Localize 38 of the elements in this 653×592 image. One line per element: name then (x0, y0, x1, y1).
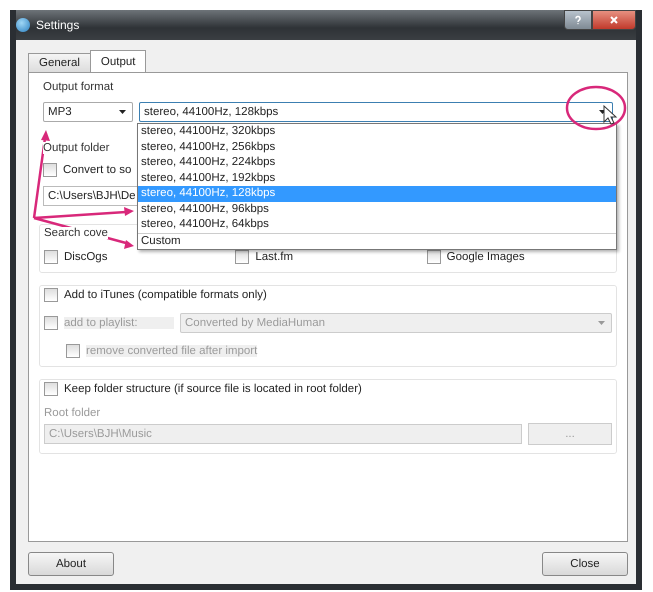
caret-icon (598, 321, 605, 325)
dropdown-option[interactable]: stereo, 44100Hz, 96kbps (138, 202, 616, 217)
dialog-button[interactable]: About (28, 552, 114, 576)
checkbox[interactable] (44, 288, 58, 302)
close-button[interactable] (592, 10, 636, 30)
checkbox-label: DiscOgs (64, 251, 108, 263)
group-label: Output folder (43, 142, 110, 154)
highlight-circle (566, 86, 626, 130)
checkbox-label: add to playlist: (64, 317, 174, 329)
help-icon (573, 15, 583, 25)
checkbox-label: Keep folder structure (if source file is located in root folder) (64, 383, 362, 395)
quality-dropdown[interactable]: stereo, 44100Hz, 128kbps (139, 102, 613, 122)
checkbox[interactable] (44, 250, 58, 264)
dropdown-option[interactable]: Custom (138, 232, 616, 249)
dropdown-option[interactable]: stereo, 44100Hz, 192kbps (138, 170, 616, 186)
checkbox-label: Add to iTunes (compatible formats only) (64, 289, 267, 301)
group-label: Output format (43, 81, 114, 93)
checkbox-label: Convert to so (63, 164, 132, 176)
caret-icon (119, 110, 126, 114)
tab[interactable]: Output (90, 50, 146, 73)
checkbox-label: Google Images (446, 251, 525, 263)
checkbox-label: Last.fm (255, 251, 294, 263)
close-icon (609, 15, 619, 25)
globe-icon (16, 18, 30, 32)
dialog-button[interactable]: Close (542, 552, 628, 576)
format-dropdown[interactable]: MP3 (43, 102, 133, 122)
window-title: Settings (36, 18, 80, 32)
help-button[interactable] (564, 10, 592, 30)
tab[interactable]: General (28, 53, 91, 72)
checkbox[interactable] (235, 250, 250, 264)
group-label: Search cove (44, 227, 108, 239)
checkbox[interactable] (426, 250, 441, 264)
checkbox[interactable] (43, 163, 57, 177)
checkbox-label: remove converted file after import (86, 345, 258, 357)
dropdown-option[interactable]: stereo, 44100Hz, 256kbps (138, 140, 616, 155)
dropdown-option[interactable]: stereo, 44100Hz, 224kbps (138, 155, 616, 170)
dropdown-option[interactable]: stereo, 44100Hz, 64kbps (138, 217, 616, 232)
dropdown-option[interactable]: stereo, 44100Hz, 320kbps (138, 124, 616, 140)
